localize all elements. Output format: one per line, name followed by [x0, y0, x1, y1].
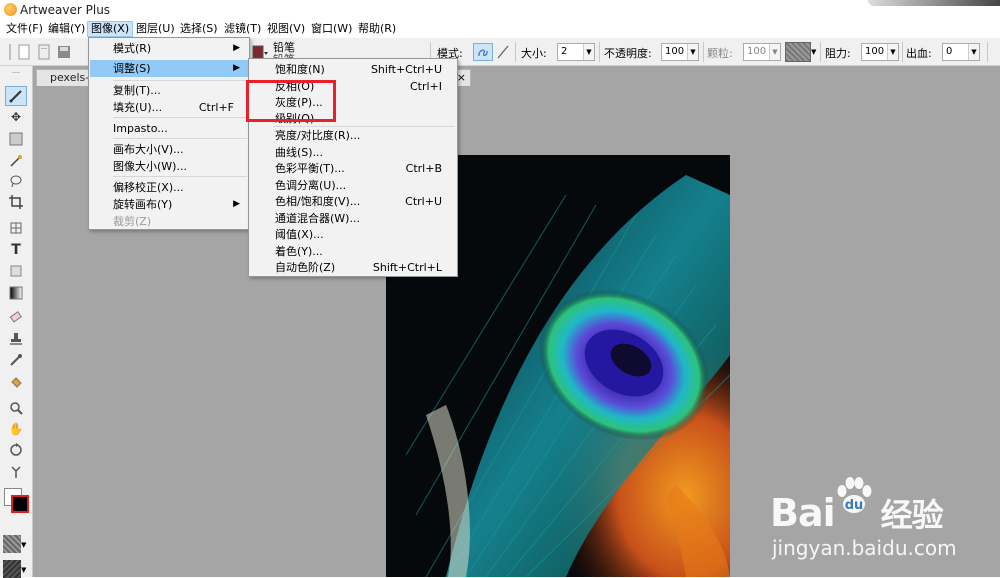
opacity-select[interactable]: 100 ▼ [661, 43, 699, 61]
close-icon[interactable]: × [457, 71, 466, 84]
save-icon[interactable] [56, 44, 72, 60]
paper-icon[interactable] [3, 560, 21, 578]
menu-item-auto-levels[interactable]: 自动色阶(Z) Shift+Ctrl+L [250, 259, 456, 276]
size-select[interactable]: 2 ▼ [557, 43, 595, 61]
zoom-icon[interactable] [7, 399, 25, 417]
app-logo-icon [4, 3, 17, 16]
menu-item-fill[interactable]: 填充(U)... Ctrl+F [90, 99, 248, 116]
text-tool-icon[interactable]: T [7, 241, 25, 259]
window-controls-decor [868, 0, 1000, 6]
size-label: 大小: [521, 47, 547, 60]
paper-dropdown-icon[interactable]: ▼ [21, 566, 26, 574]
color-picker-tool-icon[interactable] [7, 463, 25, 481]
bleed-label: 出血: [906, 47, 932, 60]
menu-divider [113, 80, 247, 81]
menu-bar: 文件(F) 编辑(Y) 图像(X) 图层(U) 选择(S) 滤镜(T) 视图(V… [0, 20, 1000, 38]
grain-label: 颗粒: [707, 47, 733, 60]
grip-icon: ···· [12, 69, 20, 77]
menu-edit[interactable]: 编辑(Y) [45, 21, 88, 37]
menu-file[interactable]: 文件(F) [3, 21, 46, 37]
annotation-highlight-box [246, 80, 336, 122]
menu-layer[interactable]: 图层(U) [133, 21, 178, 37]
stamp-icon[interactable] [7, 330, 25, 348]
menu-divider [113, 138, 247, 139]
paint-bucket-icon[interactable] [7, 373, 25, 391]
menu-item-adjust[interactable]: 调整(S) ▶ [90, 60, 248, 77]
toolbar-separator [703, 42, 704, 62]
menu-select[interactable]: 选择(S) [177, 21, 221, 37]
menu-item-color-balance[interactable]: 色彩平衡(T)... Ctrl+B [250, 160, 456, 177]
texture-swatch-icon[interactable] [785, 42, 811, 62]
rotate-icon[interactable] [7, 441, 25, 459]
toolbar-separator [902, 42, 903, 62]
menu-divider [113, 117, 247, 118]
shape-tool-icon[interactable] [7, 262, 25, 280]
marquee-tool-icon[interactable] [7, 130, 25, 148]
menu-item-canvas-size[interactable]: 画布大小(V)... [90, 141, 248, 158]
svg-text:du: du [845, 498, 864, 513]
perspective-icon[interactable] [7, 219, 25, 237]
menu-item-channel-mixer[interactable]: 通道混合器(W)... [250, 210, 456, 227]
menu-item-rotate-canvas[interactable]: 旋转画布(Y) ▶ [90, 196, 248, 213]
menu-item-impasto[interactable]: Impasto... [90, 120, 248, 137]
menu-item-curves[interactable]: 曲线(S)... [250, 144, 456, 161]
baidu-jingyan-watermark: Bai 经验 du jingyan.baidu.com [770, 460, 1000, 577]
menu-item-colorize[interactable]: 着色(Y)... [250, 243, 456, 260]
menu-filter[interactable]: 滤镜(T) [221, 21, 264, 37]
eyedropper-icon[interactable] [7, 351, 25, 369]
tools-panel: ···· ✥ T ✋ ▼ ▼ [0, 66, 33, 578]
brush-tool-icon[interactable] [5, 86, 27, 106]
menu-item-crop[interactable]: 裁剪(Z) [90, 213, 248, 230]
opacity-label: 不透明度: [604, 47, 652, 60]
magic-wand-icon[interactable] [7, 152, 25, 170]
texture-icon[interactable] [3, 535, 21, 553]
hand-icon[interactable]: ✋ [7, 420, 25, 438]
window-title: Artweaver Plus [20, 3, 111, 17]
menu-item-brightness-contrast[interactable]: 亮度/对比度(R)... [250, 127, 456, 144]
toolbar-separator [987, 42, 988, 62]
eraser-icon[interactable] [7, 309, 25, 327]
menu-item-desaturate[interactable]: 饱和度(N) Shift+Ctrl+U [250, 61, 456, 78]
menu-item-hue-saturation[interactable]: 色相/饱和度(V)... Ctrl+U [250, 193, 456, 210]
open-file-icon[interactable] [36, 44, 52, 60]
texture-dropdown-icon[interactable]: ▼ [811, 48, 816, 56]
menu-item-duplicate[interactable]: 复制(T)... [90, 82, 248, 99]
move-tool-icon[interactable]: ✥ [7, 108, 25, 126]
lasso-icon[interactable] [7, 172, 25, 190]
menu-image[interactable]: 图像(X) [87, 21, 134, 37]
new-file-icon[interactable] [16, 44, 32, 60]
watermark-url: jingyan.baidu.com [772, 536, 957, 560]
resist-select[interactable]: 100 ▼ [861, 43, 899, 61]
image-menu: 模式(R) ▶ 调整(S) ▶ 复制(T)... 填充(U)... Ctrl+F Im… [88, 37, 250, 230]
menu-view[interactable]: 视图(V) [264, 21, 308, 37]
toolbar-separator [515, 42, 516, 62]
menu-divider [113, 176, 247, 177]
grain-select[interactable]: 100 ▼ [743, 43, 781, 61]
texture-dropdown-icon[interactable]: ▼ [21, 541, 26, 549]
toolbar-separator [599, 42, 600, 62]
crop-icon[interactable] [7, 193, 25, 211]
menu-window[interactable]: 窗口(W) [308, 21, 355, 37]
paw-logo-icon: du [832, 474, 876, 518]
resist-label: 阻力: [825, 47, 851, 60]
toolbar-separator [820, 42, 821, 62]
menu-item-offset[interactable]: 偏移校正(X)... [90, 179, 248, 196]
gradient-icon[interactable] [7, 284, 25, 302]
mode-freehand-icon[interactable] [473, 43, 493, 61]
menu-item-posterize[interactable]: 色调分离(U)... [250, 177, 456, 194]
bleed-select[interactable]: 0 ▼ [942, 43, 980, 61]
foreground-color-swatch[interactable] [11, 495, 29, 513]
menu-item-image-size[interactable]: 图像大小(W)... [90, 158, 248, 175]
menu-help[interactable]: 帮助(R) [355, 21, 399, 37]
mode-straight-icon[interactable] [495, 44, 511, 60]
menu-item-mode[interactable]: 模式(R) ▶ [90, 40, 248, 57]
menu-item-threshold[interactable]: 阈值(X)... [250, 226, 456, 243]
title-bar: Artweaver Plus [0, 0, 1000, 20]
